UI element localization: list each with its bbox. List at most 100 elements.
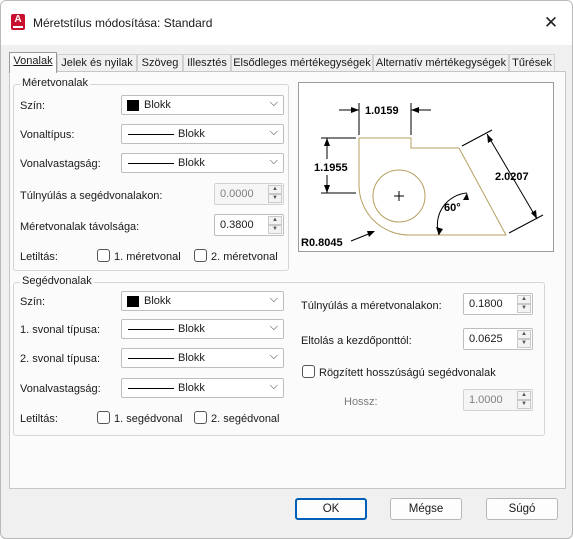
chevron-down-icon: ⌵ bbox=[269, 350, 278, 362]
dim-baseline-label: Méretvonalak távolsága: bbox=[20, 221, 140, 233]
tab-fit[interactable]: Illesztés bbox=[183, 54, 231, 72]
tab-primary-units[interactable]: Elsődleges mértékegységek bbox=[231, 54, 373, 72]
arrowhead bbox=[324, 185, 330, 193]
spin-up-icon[interactable]: ▲ bbox=[517, 391, 531, 400]
arrowhead bbox=[351, 107, 359, 113]
close-icon[interactable]: ✕ bbox=[536, 9, 566, 37]
line-sample bbox=[128, 358, 174, 359]
length-spinner[interactable]: 1.0000 ▲ ▼ bbox=[463, 389, 533, 411]
spin-up-icon[interactable]: ▲ bbox=[517, 295, 531, 304]
spinner-value: 0.0625 bbox=[469, 333, 503, 345]
ext-color-label: Szín: bbox=[20, 296, 46, 308]
fixed-length-checkbox[interactable] bbox=[302, 365, 315, 378]
combo-value: Blokk bbox=[178, 382, 205, 394]
suppress-dim-line-1-label: 1. méretvonal bbox=[114, 251, 181, 263]
ext-offset-label: Eltolás a kezdőponttól: bbox=[301, 335, 412, 347]
tab-lines[interactable]: Vonalak bbox=[9, 52, 57, 73]
group-title: Segédvonalak bbox=[20, 275, 94, 287]
dialog-window: A Méretstílus módosítása: Standard ✕ Von… bbox=[0, 0, 573, 539]
combo-value: Blokk bbox=[178, 352, 205, 364]
dim-suppress-label: Letiltás: bbox=[20, 251, 58, 263]
spin-down-icon[interactable]: ▼ bbox=[517, 304, 531, 313]
preview-angle: 60° bbox=[444, 202, 461, 214]
tab-panel-lines: Méretvonalak Szín: Blokk ⌵ Vonaltípus: B… bbox=[9, 71, 566, 489]
ext-beyond-label: Túlnyúlás a méretvonalakon: bbox=[301, 300, 442, 312]
ok-button[interactable]: OK bbox=[295, 498, 367, 520]
dimension-preview-drawing: 1.0159 1.1955 2.0207 60° R0.8045 bbox=[301, 103, 544, 249]
suppress-ext-line-1-checkbox[interactable] bbox=[97, 411, 110, 424]
ext-color-combo[interactable]: Blokk ⌵ bbox=[121, 291, 284, 311]
suppress-ext-line-2-checkbox[interactable] bbox=[194, 411, 207, 424]
ext-suppress-label: Letiltás: bbox=[20, 413, 58, 425]
color-swatch bbox=[127, 296, 139, 307]
spin-down-icon[interactable]: ▼ bbox=[517, 400, 531, 409]
suppress-dim-line-2-checkbox[interactable] bbox=[194, 249, 207, 262]
suppress-dim-line-1-checkbox[interactable] bbox=[97, 249, 110, 262]
combo-value: Blokk bbox=[144, 295, 171, 307]
spin-down-icon[interactable]: ▼ bbox=[517, 339, 531, 348]
preview-shape bbox=[358, 137, 507, 236]
chevron-down-icon: ⌵ bbox=[269, 321, 278, 333]
ext-beyond-spinner[interactable]: 0.1800 ▲ ▼ bbox=[463, 293, 533, 315]
ext-offset-spinner[interactable]: 0.0625 ▲ ▼ bbox=[463, 328, 533, 350]
ext-linetype1-combo[interactable]: Blokk ⌵ bbox=[121, 319, 284, 339]
ext-linetype2-combo[interactable]: Blokk ⌵ bbox=[121, 348, 284, 368]
arrowhead bbox=[324, 138, 330, 146]
dim-linetype-label: Vonaltípus: bbox=[20, 129, 75, 141]
window-title: Méretstílus módosítása: Standard bbox=[33, 16, 213, 30]
dim-linetype-combo[interactable]: Blokk ⌵ bbox=[121, 124, 284, 144]
tab-strip: Vonalak Jelek és nyilak Szöveg Illesztés… bbox=[9, 52, 566, 73]
suppress-ext-line-2-label: 2. segédvonal bbox=[211, 413, 280, 425]
chevron-down-icon: ⌵ bbox=[269, 155, 278, 167]
fixed-length-label: Rögzített hosszúságú segédvonalak bbox=[319, 367, 496, 379]
color-swatch bbox=[127, 100, 139, 111]
line-sample bbox=[128, 329, 174, 330]
preview-radius: R0.8045 bbox=[301, 237, 343, 249]
arrowhead bbox=[463, 193, 469, 200]
leader-line bbox=[350, 232, 372, 242]
preview-right-dim: 2.0207 bbox=[495, 171, 529, 183]
spin-down-icon[interactable]: ▼ bbox=[268, 225, 282, 234]
arrowhead bbox=[367, 231, 375, 237]
arrowhead bbox=[487, 134, 493, 143]
spin-up-icon[interactable]: ▲ bbox=[268, 216, 282, 225]
dim-lineweight-label: Vonalvastagság: bbox=[20, 158, 101, 170]
chevron-down-icon: ⌵ bbox=[269, 293, 278, 305]
chevron-down-icon: ⌵ bbox=[269, 380, 278, 392]
ext-lineweight-label: Vonalvastagság: bbox=[20, 383, 101, 395]
combo-value: Blokk bbox=[178, 157, 205, 169]
dim-baseline-spinner[interactable]: 0.3800 ▲ ▼ bbox=[214, 214, 284, 236]
ext-lineweight-combo[interactable]: Blokk ⌵ bbox=[121, 378, 284, 398]
suppress-dim-line-2-label: 2. méretvonal bbox=[211, 251, 278, 263]
chevron-down-icon: ⌵ bbox=[269, 126, 278, 138]
spinner-value: 1.0000 bbox=[469, 394, 503, 406]
spinner-value: 0.0000 bbox=[220, 188, 254, 200]
arrowhead bbox=[531, 210, 537, 219]
combo-value: Blokk bbox=[178, 323, 205, 335]
ext-line bbox=[508, 214, 544, 234]
spin-up-icon[interactable]: ▲ bbox=[268, 185, 282, 194]
tab-tolerances[interactable]: Tűrések bbox=[509, 54, 555, 72]
preview-panel: 1.0159 1.1955 2.0207 60° R0.8045 bbox=[298, 82, 554, 252]
chevron-down-icon: ⌵ bbox=[269, 97, 278, 109]
ext-linetype1-label: 1. svonal típusa: bbox=[20, 324, 101, 336]
line-sample bbox=[128, 134, 174, 135]
spin-up-icon[interactable]: ▲ bbox=[517, 330, 531, 339]
tab-symbols-arrows[interactable]: Jelek és nyilak bbox=[57, 54, 137, 72]
dim-extend-label: Túlnyúlás a segédvonalakon: bbox=[20, 190, 163, 202]
tab-alternate-units[interactable]: Alternatív mértékegységek bbox=[373, 54, 509, 72]
extension-lines-group: Segédvonalak Szín: Blokk ⌵ 1. svonal típ… bbox=[13, 275, 545, 436]
dim-color-combo[interactable]: Blokk ⌵ bbox=[121, 95, 284, 115]
autocad-app-icon: A bbox=[11, 14, 25, 30]
ext-linetype2-label: 2. svonal típusa: bbox=[20, 353, 101, 365]
combo-value: Blokk bbox=[178, 128, 205, 140]
cancel-button[interactable]: Mégse bbox=[390, 498, 462, 520]
dimension-lines-group: Méretvonalak Szín: Blokk ⌵ Vonaltípus: B… bbox=[13, 77, 289, 271]
dim-extend-spinner[interactable]: 0.0000 ▲ ▼ bbox=[214, 183, 284, 205]
spin-down-icon[interactable]: ▼ bbox=[268, 194, 282, 203]
dim-lineweight-combo[interactable]: Blokk ⌵ bbox=[121, 153, 284, 173]
arrowhead bbox=[436, 227, 443, 235]
line-sample bbox=[128, 388, 174, 389]
help-button[interactable]: Súgó bbox=[486, 498, 558, 520]
tab-text[interactable]: Szöveg bbox=[137, 54, 183, 72]
